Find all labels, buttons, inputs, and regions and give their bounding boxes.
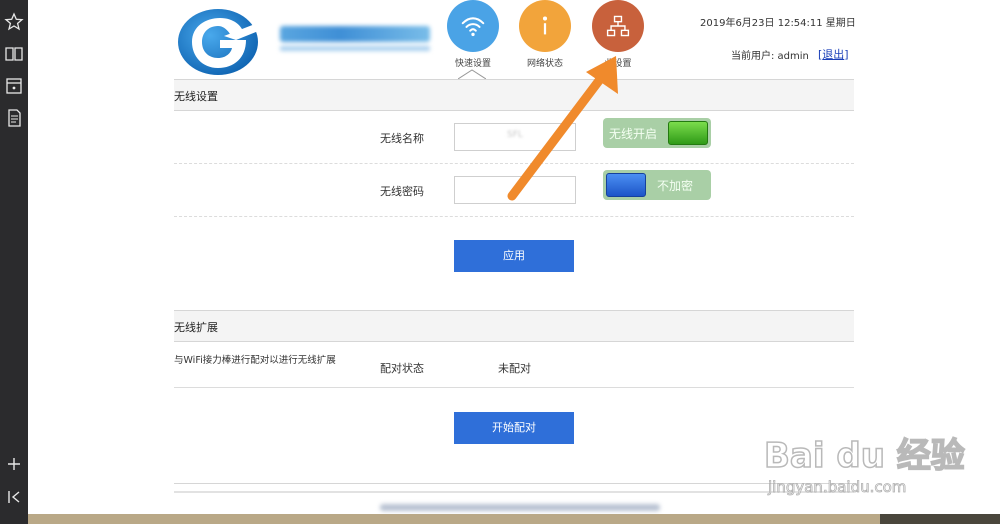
logout-bracket-right: ]	[844, 48, 849, 61]
pair-status-value: 未配对	[498, 362, 531, 375]
switch-knob	[606, 173, 646, 197]
pair-status-label: 配对状态	[380, 362, 424, 375]
apply-button[interactable]: 应用	[454, 240, 574, 272]
switch-knob	[668, 121, 708, 145]
gallery-icon[interactable]	[4, 76, 24, 96]
network-icon	[592, 0, 644, 52]
footer-divider	[174, 491, 854, 493]
collapse-sidebar-icon[interactable]	[4, 487, 24, 507]
datetime: 2019年6月23日 12:54:11 星期日	[700, 18, 856, 29]
start-pairing-button[interactable]: 开始配对	[454, 412, 574, 444]
document-icon[interactable]	[4, 108, 24, 128]
wireless-password-input[interactable]	[454, 176, 576, 204]
watermark-brand: Bai du 经验	[763, 435, 965, 477]
wireless-name-value: SFL	[507, 130, 523, 140]
logout-link[interactable]: [退出]	[818, 46, 849, 62]
brand-logo	[176, 6, 264, 76]
watermark-url: jingyan.baidu.com	[768, 478, 907, 497]
wireless-enable-switch[interactable]: 无线开启	[603, 118, 711, 148]
extension-description: 与WiFi接力棒进行配对以进行无线扩展	[174, 355, 336, 366]
wireless-settings-title: 无线设置	[174, 90, 218, 103]
nav-network-status[interactable]: 网络状态	[515, 0, 575, 70]
encryption-label: 不加密	[657, 179, 694, 193]
wifi-icon	[447, 0, 499, 52]
watermark: Bai du 经验 jingyan.baidu.com	[762, 412, 998, 502]
nav-quick-setup[interactable]: 快速设置	[443, 0, 503, 70]
brand-logo-text	[274, 24, 436, 54]
row-divider	[174, 216, 854, 217]
star-icon[interactable]	[4, 12, 24, 32]
encryption-switch[interactable]: 不加密	[603, 170, 711, 200]
row-divider	[174, 387, 854, 388]
wireless-enable-label: 无线开启	[609, 127, 658, 141]
active-tab-pointer	[458, 69, 486, 79]
wireless-extension-header: 无线扩展	[174, 310, 854, 342]
current-user: 当前用户: admin	[731, 51, 809, 62]
info-icon	[519, 0, 571, 52]
desktop-background	[28, 514, 1000, 524]
footer-divider	[174, 483, 854, 484]
wireless-name-label: 无线名称	[380, 132, 424, 145]
nav-business-settings[interactable]: 业设置	[588, 0, 648, 70]
desktop-background	[880, 514, 1000, 524]
add-icon[interactable]	[4, 454, 24, 474]
wireless-extension-title: 无线扩展	[174, 321, 218, 334]
wireless-password-label: 无线密码	[380, 185, 424, 198]
left-sidebar	[0, 0, 28, 524]
wireless-name-input[interactable]: SFL	[454, 123, 576, 151]
logout-label[interactable]: 退出	[822, 48, 844, 61]
wireless-settings-header: 无线设置	[174, 79, 854, 111]
nav-label-business-settings: 业设置	[604, 59, 632, 69]
nav-label-network-status: 网络状态	[526, 59, 563, 69]
nav-label-quick-setup: 快速设置	[454, 59, 491, 69]
book-icon[interactable]	[4, 44, 24, 64]
row-divider	[174, 163, 854, 164]
